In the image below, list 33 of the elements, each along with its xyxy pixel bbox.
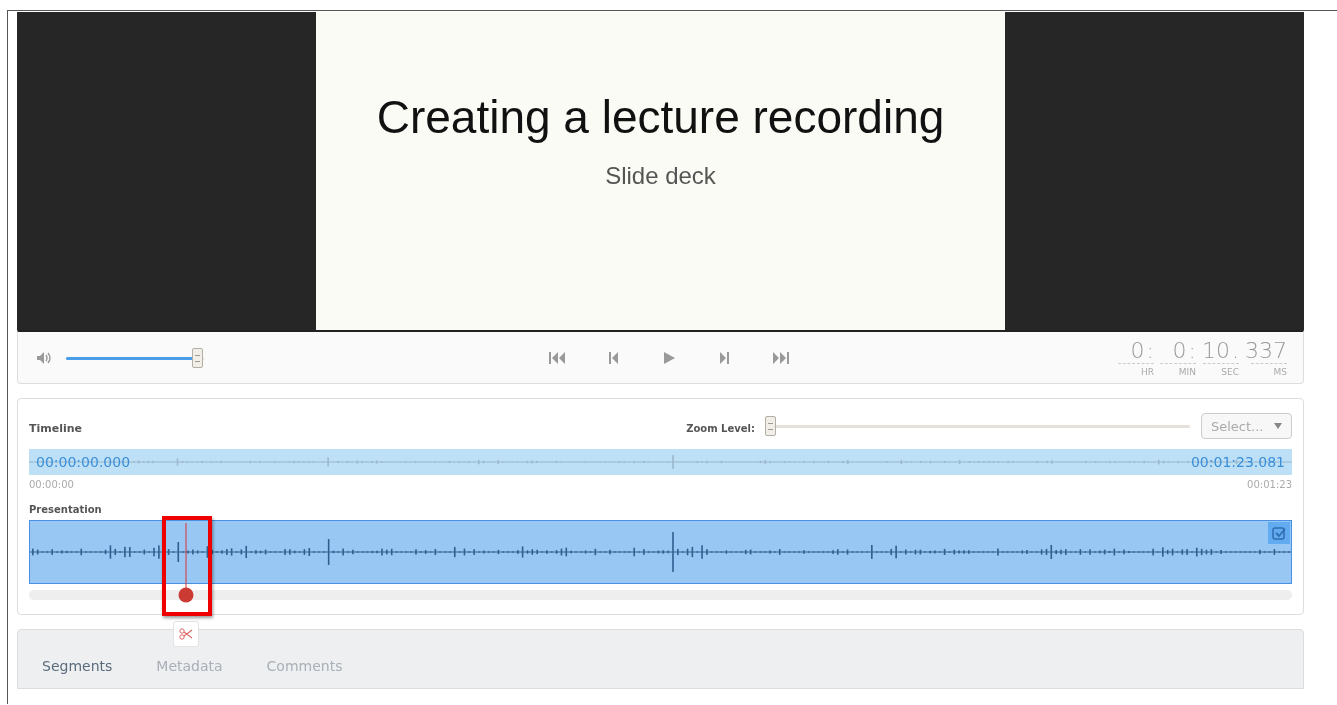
caret-icon: [1274, 423, 1282, 429]
audio-track[interactable]: [29, 520, 1292, 584]
zoom-label: Zoom Level:: [686, 422, 755, 434]
time-tick-label: 00:00:00: [29, 479, 74, 490]
end-time: 00:01:23.081: [1190, 454, 1285, 470]
slide-subtitle: Slide deck: [605, 162, 716, 190]
time-unit-label: MS: [1251, 362, 1287, 377]
time-separator: :: [1146, 338, 1154, 363]
slide-title: Creating a lecture recording: [376, 90, 945, 144]
time-tick-label: 00:01:23: [1247, 479, 1292, 490]
time-value: 0: [1172, 338, 1187, 363]
split-button[interactable]: [173, 621, 199, 647]
time-value: 337: [1245, 338, 1287, 363]
tab[interactable]: Comments: [266, 644, 343, 688]
timeline-title: Timeline: [29, 421, 83, 435]
playhead-marker[interactable]: [177, 523, 194, 603]
time-separator: :: [1188, 338, 1196, 363]
track-name: Presentation: [29, 504, 103, 515]
select-dropdown[interactable]: Select...: [1201, 413, 1292, 439]
tab[interactable]: Metadata: [156, 644, 223, 688]
track-checkbox[interactable]: [1268, 522, 1290, 544]
time-value: 10: [1202, 338, 1230, 363]
tab[interactable]: Segments: [42, 644, 113, 688]
time-separator: .: [1232, 338, 1239, 363]
zoom-slider[interactable]: [765, 416, 1190, 436]
timeline-overview[interactable]: 00:00:00.000 00:01:23.081: [29, 449, 1292, 475]
time-unit-label: MIN: [1160, 362, 1196, 377]
start-time: 00:00:00.000: [36, 454, 131, 470]
time-unit-label: SEC: [1203, 362, 1239, 377]
scissors-icon: [179, 628, 193, 640]
time-unit-label: HR: [1118, 362, 1154, 377]
volume-icon: [36, 350, 52, 365]
time-value: 0: [1130, 338, 1145, 363]
